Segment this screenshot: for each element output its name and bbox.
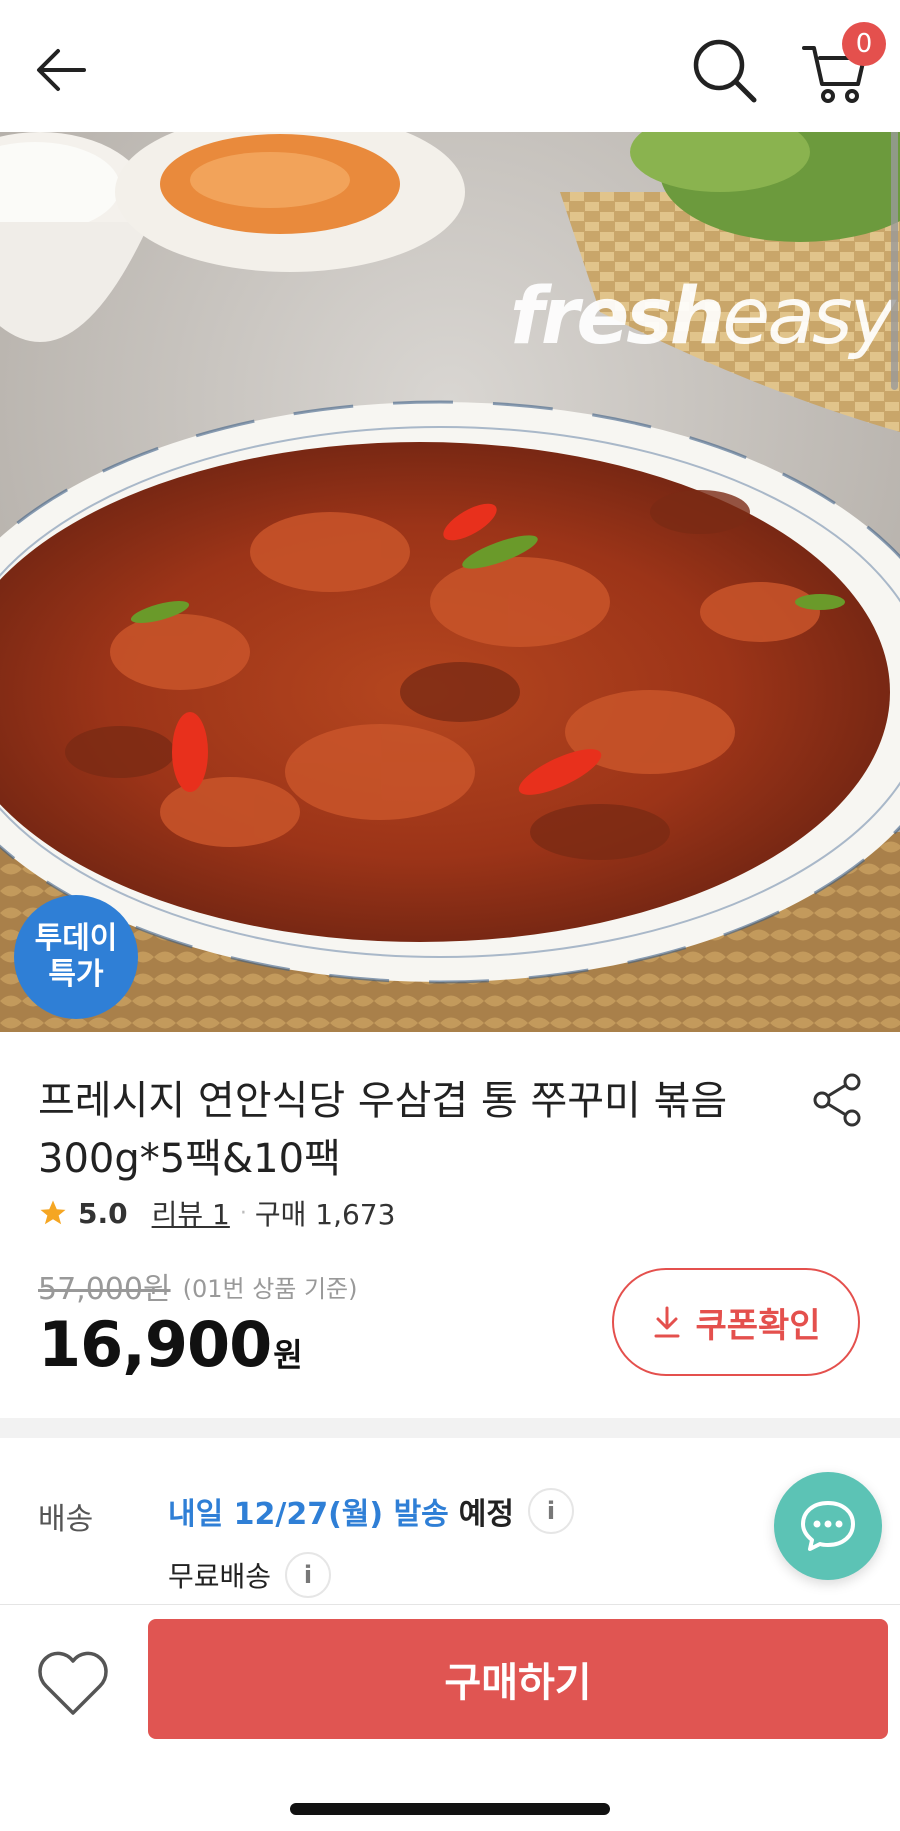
sale-price-row: 16,900 원 xyxy=(38,1308,303,1381)
download-icon xyxy=(654,1306,680,1338)
product-info-card: 프레시지 연안식당 우삼겹 통 쭈꾸미 볶음 300g*5팩&10팩 5.0 리… xyxy=(0,1032,900,1416)
sale-price-unit: 원 xyxy=(273,1336,303,1374)
rating-row: 5.0 리뷰 1 · 구매 1,673 xyxy=(38,1195,395,1231)
sale-price: 16,900 xyxy=(38,1308,272,1381)
food-photo xyxy=(0,132,900,1032)
free-shipping-text: 무료배송 xyxy=(168,1560,272,1593)
scroll-indicator xyxy=(891,132,898,390)
star-icon xyxy=(40,1200,66,1225)
heart-icon[interactable] xyxy=(36,1649,110,1719)
separator-dot: · xyxy=(239,1200,247,1226)
section-divider xyxy=(0,1418,900,1438)
buy-button[interactable]: 구매하기 xyxy=(148,1619,888,1739)
rating-value: 5.0 xyxy=(78,1196,128,1230)
coupon-check-button[interactable]: 쿠폰확인 xyxy=(612,1268,860,1376)
info-icon[interactable]: i xyxy=(527,1488,574,1534)
purchase-count: 구매 1,673 xyxy=(254,1198,396,1231)
chat-bubble-icon xyxy=(801,1501,855,1551)
search-icon[interactable] xyxy=(690,36,760,106)
top-app-bar: 0 xyxy=(0,0,900,132)
original-price-note: (01번 상품 기준) xyxy=(182,1274,358,1303)
shipping-date: 내일 12/27(월) 발송 xyxy=(168,1497,449,1532)
free-shipping-row: 무료배송 i xyxy=(168,1552,332,1598)
shipping-label: 배송 xyxy=(38,1502,94,1537)
shipping-schedule: 내일 12/27(월) 발송 예정 i xyxy=(168,1488,574,1534)
shipping-section: 배송 내일 12/27(월) 발송 예정 i 무료배송 i xyxy=(0,1438,900,1604)
badge-line-2: 특가 xyxy=(48,957,104,992)
original-price-row: 57,000원 (01번 상품 기준) xyxy=(38,1264,358,1308)
cart-count-badge: 0 xyxy=(842,22,886,66)
bottom-action-bar: 구매하기 xyxy=(0,1604,900,1831)
review-link[interactable]: 리뷰 1 xyxy=(152,1193,230,1233)
today-deal-badge: 투데이 특가 xyxy=(14,895,138,1019)
product-title: 프레시지 연안식당 우삼겹 통 쭈꾸미 볶음 300g*5팩&10팩 xyxy=(38,1078,728,1182)
badge-line-1: 투데이 xyxy=(34,921,118,956)
chat-button[interactable] xyxy=(774,1472,882,1580)
original-price: 57,000원 xyxy=(38,1272,171,1307)
coupon-label: 쿠폰확인 xyxy=(695,1306,821,1345)
arrow-left-icon[interactable] xyxy=(30,38,94,102)
share-icon[interactable] xyxy=(812,1072,864,1128)
info-icon[interactable]: i xyxy=(285,1552,332,1598)
home-indicator xyxy=(290,1803,610,1815)
product-image[interactable]: fresheasy xyxy=(0,132,900,1032)
brand-logo: fresheasy xyxy=(510,272,896,362)
shipping-expected: 예정 xyxy=(458,1497,514,1532)
